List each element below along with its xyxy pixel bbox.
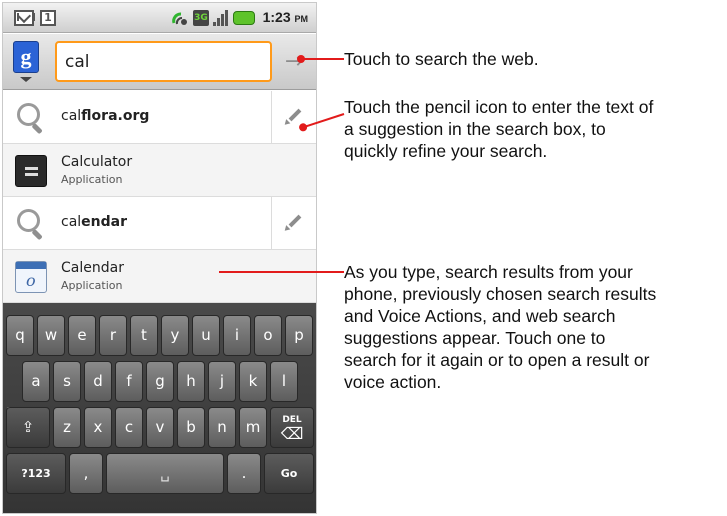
suggestion-subtitle: Application: [61, 173, 123, 186]
key-d[interactable]: d: [84, 361, 112, 402]
suggestion-completion: flora.org: [81, 108, 150, 124]
callout-line-results: [219, 271, 344, 273]
suggestion-row-calendar-web[interactable]: calendar: [3, 197, 316, 250]
suggestion-title: Calendar: [61, 260, 124, 276]
key-j[interactable]: j: [208, 361, 236, 402]
suggestion-row-calculator[interactable]: Calculator Application: [3, 144, 316, 197]
calendar-notification-icon: 1: [40, 10, 56, 26]
key-u[interactable]: u: [192, 315, 220, 356]
key-i[interactable]: i: [223, 315, 251, 356]
search-input[interactable]: [55, 41, 272, 82]
phone-screen: 1 3G 1:23 PM g → calflora.org Calculator…: [2, 2, 317, 514]
key-g[interactable]: g: [146, 361, 174, 402]
callout-pencil: Touch the pencil icon to enter the text …: [344, 96, 653, 162]
callout-line: As you type, search results from your: [344, 262, 633, 282]
backspace-icon: ⌫: [280, 424, 304, 443]
key-h[interactable]: h: [177, 361, 205, 402]
key-b[interactable]: b: [177, 407, 205, 448]
battery-icon: [233, 11, 255, 25]
key-n[interactable]: n: [208, 407, 236, 448]
callout-line: Touch the pencil icon to enter the text …: [344, 97, 654, 117]
space-key-icon[interactable]: ␣: [106, 453, 224, 494]
calculator-app-icon: [15, 155, 47, 187]
suggestion-row-calendar-app[interactable]: Calendar Application: [3, 250, 316, 303]
key-e[interactable]: e: [68, 315, 96, 356]
delete-key[interactable]: DEL ⌫: [270, 407, 314, 448]
key-m[interactable]: m: [239, 407, 267, 448]
key-p[interactable]: p: [285, 315, 313, 356]
clock-ampm: PM: [294, 14, 309, 24]
signal-strength-icon: [213, 10, 229, 26]
key-v[interactable]: v: [146, 407, 174, 448]
3g-data-icon: 3G: [193, 10, 209, 26]
clock: 1:23 PM: [263, 9, 308, 25]
suggestion-row-calflora[interactable]: calflora.org: [3, 91, 316, 144]
key-l[interactable]: l: [270, 361, 298, 402]
key-x[interactable]: x: [84, 407, 112, 448]
callout-results: As you type, search results from your ph…: [344, 261, 656, 393]
suggestion-text: calendar: [61, 214, 127, 230]
suggestion-title: Calculator: [61, 154, 133, 170]
pencil-icon[interactable]: [271, 197, 316, 249]
status-bar: 1 3G 1:23 PM: [3, 3, 316, 33]
callout-line: a suggestion in the search box, to: [344, 119, 606, 139]
chevron-down-icon[interactable]: [20, 77, 32, 82]
key-z[interactable]: z: [53, 407, 81, 448]
sync-icon: [172, 12, 187, 25]
go-arrow-button[interactable]: →: [276, 41, 312, 82]
callout-line: suggestions appear. Touch one to: [344, 328, 606, 348]
shift-key-icon[interactable]: ⇪: [6, 407, 50, 448]
key-s[interactable]: s: [53, 361, 81, 402]
suggestion-prefix: cal: [61, 108, 82, 124]
symbols-key[interactable]: ?123: [6, 453, 66, 494]
callout-line: quickly refine your search.: [344, 141, 548, 161]
callout-line-search: [297, 55, 344, 63]
callout-search-web: Touch to search the web.: [344, 48, 539, 70]
search-engine-button[interactable]: g: [13, 41, 39, 73]
key-t[interactable]: t: [130, 315, 158, 356]
calendar-app-icon: [15, 261, 47, 293]
suggestion-text: calflora.org: [61, 108, 149, 124]
key-c[interactable]: c: [115, 407, 143, 448]
key-q[interactable]: q: [6, 315, 34, 356]
key-a[interactable]: a: [22, 361, 50, 402]
clock-time: 1:23: [262, 9, 291, 25]
key-y[interactable]: y: [161, 315, 189, 356]
callout-line: search for it again or to open a result …: [344, 350, 650, 370]
key-r[interactable]: r: [99, 315, 127, 356]
search-bar: g →: [3, 34, 316, 90]
magnifier-icon: [17, 209, 47, 239]
key-k[interactable]: k: [239, 361, 267, 402]
key-w[interactable]: w: [37, 315, 65, 356]
callout-line: and Voice Actions, and web search: [344, 306, 616, 326]
key-f[interactable]: f: [115, 361, 143, 402]
suggestion-prefix: cal: [61, 214, 82, 230]
magnifier-icon: [17, 103, 47, 133]
callout-line: Touch to search the web.: [344, 49, 539, 69]
comma-key[interactable]: ,: [69, 453, 103, 494]
go-key[interactable]: Go: [264, 453, 314, 494]
key-o[interactable]: o: [254, 315, 282, 356]
pencil-icon[interactable]: [271, 91, 316, 143]
callout-line: phone, previously chosen search results: [344, 284, 657, 304]
soft-keyboard: q w e r t y u i o p a s d f g h j k l ⇪ …: [3, 303, 316, 513]
suggestion-completion: endar: [81, 214, 128, 230]
callout-line: voice action.: [344, 372, 442, 392]
period-key[interactable]: .: [227, 453, 261, 494]
suggestion-subtitle: Application: [61, 279, 123, 292]
gmail-icon: [14, 10, 35, 26]
